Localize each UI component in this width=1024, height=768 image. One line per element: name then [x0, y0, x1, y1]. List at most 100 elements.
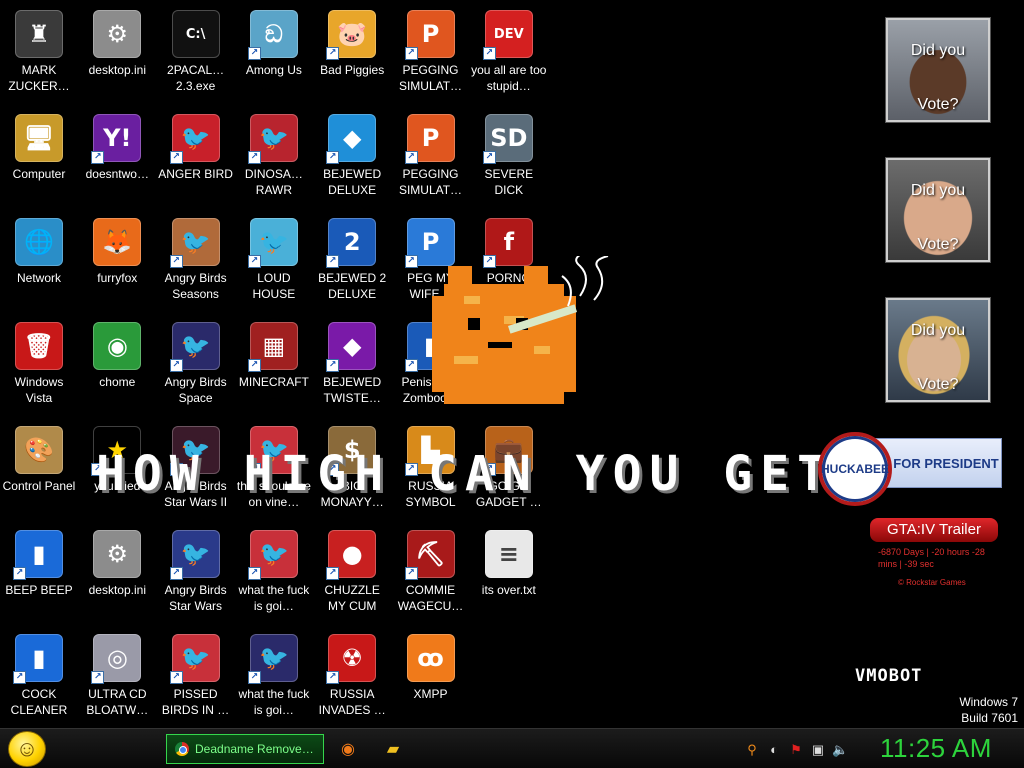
shortcut-arrow-icon: ↗ [13, 567, 26, 580]
desktop-icon-label: DINOSA… RAWR [244, 167, 303, 197]
desktop-icon-label: RUSSIA INVADES … [318, 687, 386, 717]
shortcut-arrow-icon: ↗ [247, 255, 261, 268]
desktop-icon[interactable]: ◎ ↗ ULTRA CD BLOATW… [78, 628, 156, 728]
gta-gadget-title: GTA:IV Trailer [870, 518, 998, 542]
desktop-icon[interactable]: P ↗ PEGGING SIMULAT… [392, 108, 470, 208]
desktop-icon[interactable]: ♜ MARK ZUCKER… [0, 4, 78, 104]
desktop-icon[interactable]: ◉ chome [78, 316, 156, 416]
desktop-icon-label: furryfox [97, 271, 138, 285]
app-icon: 🐦 ↗ [169, 322, 220, 372]
taskbar-window-button[interactable]: Deadname Remove… [166, 734, 324, 764]
action-center-flag-icon[interactable]: ⚑ [788, 742, 804, 758]
desktop-icon[interactable]: 🐦 ↗ what the fuck is goi… [235, 628, 313, 728]
desktop-icon[interactable]: ඞ ↗ Among Us [235, 4, 313, 104]
vote-gadget-1[interactable]: Did you Vote? [886, 18, 990, 122]
taskbar-pin-explorer[interactable]: ▰ [381, 737, 405, 761]
desktop-icon[interactable]: 🐦 ↗ Angry Birds Star Wars [157, 524, 235, 624]
chat-icon[interactable]: ◐ [766, 742, 782, 758]
vote-gadget-line2: Vote? [917, 236, 959, 253]
desktop-icon[interactable]: ● ↗ CHUZZLE MY CUM [313, 524, 391, 624]
desktop-icon[interactable]: 🐦 ↗ DINOSA… RAWR [235, 108, 313, 208]
desktop-icon[interactable]: 2 ↗ BEJEWED 2 DELUXE [313, 212, 391, 312]
vote-gadget-line1: Did you [910, 182, 966, 199]
volume-icon[interactable]: 🔈 [832, 742, 848, 758]
vmobot-label: VMOBOT [855, 666, 923, 686]
shortcut-arrow-icon: ↗ [326, 359, 340, 372]
app-icon: 🐦 ↗ [247, 530, 298, 580]
desktop-icon[interactable]: P ↗ PEGGING SIMULAT… [392, 4, 470, 104]
vote-gadget-line2: Vote? [917, 376, 959, 393]
app-icon: ◉ [93, 322, 142, 370]
desktop-icon-label: BEJEWED TWISTE… [323, 375, 382, 405]
desktop-icon[interactable]: 🐷 ↗ Bad Piggies [313, 4, 391, 104]
app-icon: 🦊 [93, 218, 142, 266]
desktop-icon[interactable]: ≡ its over.txt [470, 524, 548, 624]
desktop-icon-label: Angry Birds Space [164, 375, 227, 405]
start-button[interactable]: ☺ [8, 731, 46, 767]
desktop-icon[interactable]: 🐦 ↗ PISSED BIRDS IN … [157, 628, 235, 728]
system-tray: ⚲ ◐ ⚑ ▣ 🔈 [744, 739, 848, 761]
vote-gadget-2[interactable]: Did you Vote? [886, 158, 990, 262]
desktop-icon-label: Angry Birds Star Wars [164, 583, 227, 613]
desktop-icon[interactable]: 🎨 Control Panel [0, 420, 78, 520]
desktop-icon[interactable]: 🦊 furryfox [78, 212, 156, 312]
os-watermark-line1: Windows 7 [959, 695, 1018, 709]
app-icon: 🗑 [15, 322, 63, 370]
shortcut-arrow-icon: ↗ [169, 151, 183, 164]
app-icon: SD ↗ [482, 114, 533, 164]
chrome-icon [175, 742, 189, 756]
desktop-icon-label: LOUD HOUSE [252, 271, 296, 301]
shortcut-arrow-icon: ↗ [169, 359, 183, 372]
desktop-icon[interactable]: ▮ ↗ COCK CLEANER [0, 628, 78, 728]
shortcut-arrow-icon: ↗ [247, 671, 261, 684]
vote-gadget-3[interactable]: Did you Vote? [886, 298, 990, 402]
app-icon: ⛏ ↗ [404, 530, 455, 580]
desktop-icon[interactable]: ꝏ XMPP [392, 628, 470, 728]
desktop-icon[interactable]: 🗑 Windows Vista [0, 316, 78, 416]
desktop-icon[interactable]: 🐦 ↗ what the fuck is goi… [235, 524, 313, 624]
app-icon: P ↗ [404, 10, 455, 60]
desktop-icon[interactable]: ▦ ↗ MINECRAFT [235, 316, 313, 416]
taskbar-pin-firefox[interactable]: ◉ [336, 737, 360, 761]
desktop-icon[interactable]: ⚙ desktop.ini [78, 524, 156, 624]
desktop-icon-label: PEGGING SIMULAT… [398, 167, 463, 197]
taskbar-window-label: Deadname Remove… [195, 742, 314, 756]
app-icon: 🎨 [15, 426, 63, 474]
desktop-icon[interactable]: ◆ ↗ BEJEWED DELUXE [313, 108, 391, 208]
huckabee-gadget[interactable]: FOR PRESIDENT HUCKABEE [818, 432, 1004, 506]
shortcut-arrow-icon: ↗ [404, 151, 418, 164]
desktop-icon[interactable]: ☢ ↗ RUSSIA INVADES … [313, 628, 391, 728]
shortcut-arrow-icon: ↗ [247, 151, 261, 164]
network-icon[interactable]: ▣ [810, 742, 826, 758]
gta-countdown-gadget[interactable]: GTA:IV Trailer -6870 Days | -20 hours -2… [870, 518, 1004, 598]
taskbar-clock[interactable]: 11:25 AM [880, 733, 992, 764]
desktop-icon[interactable]: ⚙ desktop.ini [78, 4, 156, 104]
app-icon: ⚙ [93, 10, 142, 58]
desktop-icon[interactable]: 🐦 ↗ LOUD HOUSE [235, 212, 313, 312]
desktop-icon[interactable]: ◆ ↗ BEJEWED TWISTE… [313, 316, 391, 416]
desktop-icon[interactable]: DEV ↗ you all are too stupid… [470, 4, 548, 104]
desktop-icon[interactable]: C:\ 2PACAL… 2.3.exe [157, 4, 235, 104]
os-watermark-line2: Build 7601 [961, 711, 1018, 725]
desktop-icon-label: its over.txt [481, 583, 536, 597]
desktop-icon[interactable]: 🐦 ↗ Angry Birds Space [157, 316, 235, 416]
app-icon: 🐦 ↗ [247, 218, 298, 268]
desktop-icon[interactable]: 🌐 Network [0, 212, 78, 312]
desktop-icon[interactable]: 🐦 ↗ ANGER BIRD [157, 108, 235, 208]
app-icon: 🐦 ↗ [247, 634, 298, 684]
search-icon[interactable]: ⚲ [744, 742, 760, 758]
desktop-icon-label: CHUZZLE MY CUM [324, 583, 380, 613]
desktop-icon-label: ULTRA CD BLOATW… [86, 687, 149, 717]
desktop-icon[interactable]: SD ↗ SEVERE DICK [470, 108, 548, 208]
os-watermark: Windows 7 Build 7601 [959, 694, 1018, 726]
shortcut-arrow-icon: ↗ [326, 47, 340, 60]
desktop-icon[interactable]: 🖥 Computer [0, 108, 78, 208]
app-icon: 🐦 ↗ [247, 114, 298, 164]
app-icon: 🌐 [15, 218, 63, 266]
gta-gadget-credit: © Rockstar Games [898, 578, 966, 587]
desktop-icon-label: MARK ZUCKER… [8, 63, 70, 93]
desktop-icon[interactable]: 🐦 ↗ Angry Birds Seasons [157, 212, 235, 312]
desktop-icon[interactable]: ⛏ ↗ COMMIE WAGECU… [392, 524, 470, 624]
desktop-icon[interactable]: Y! ↗ doesntwo… [78, 108, 156, 208]
desktop-icon[interactable]: ▮ ↗ BEEP BEEP [0, 524, 78, 624]
